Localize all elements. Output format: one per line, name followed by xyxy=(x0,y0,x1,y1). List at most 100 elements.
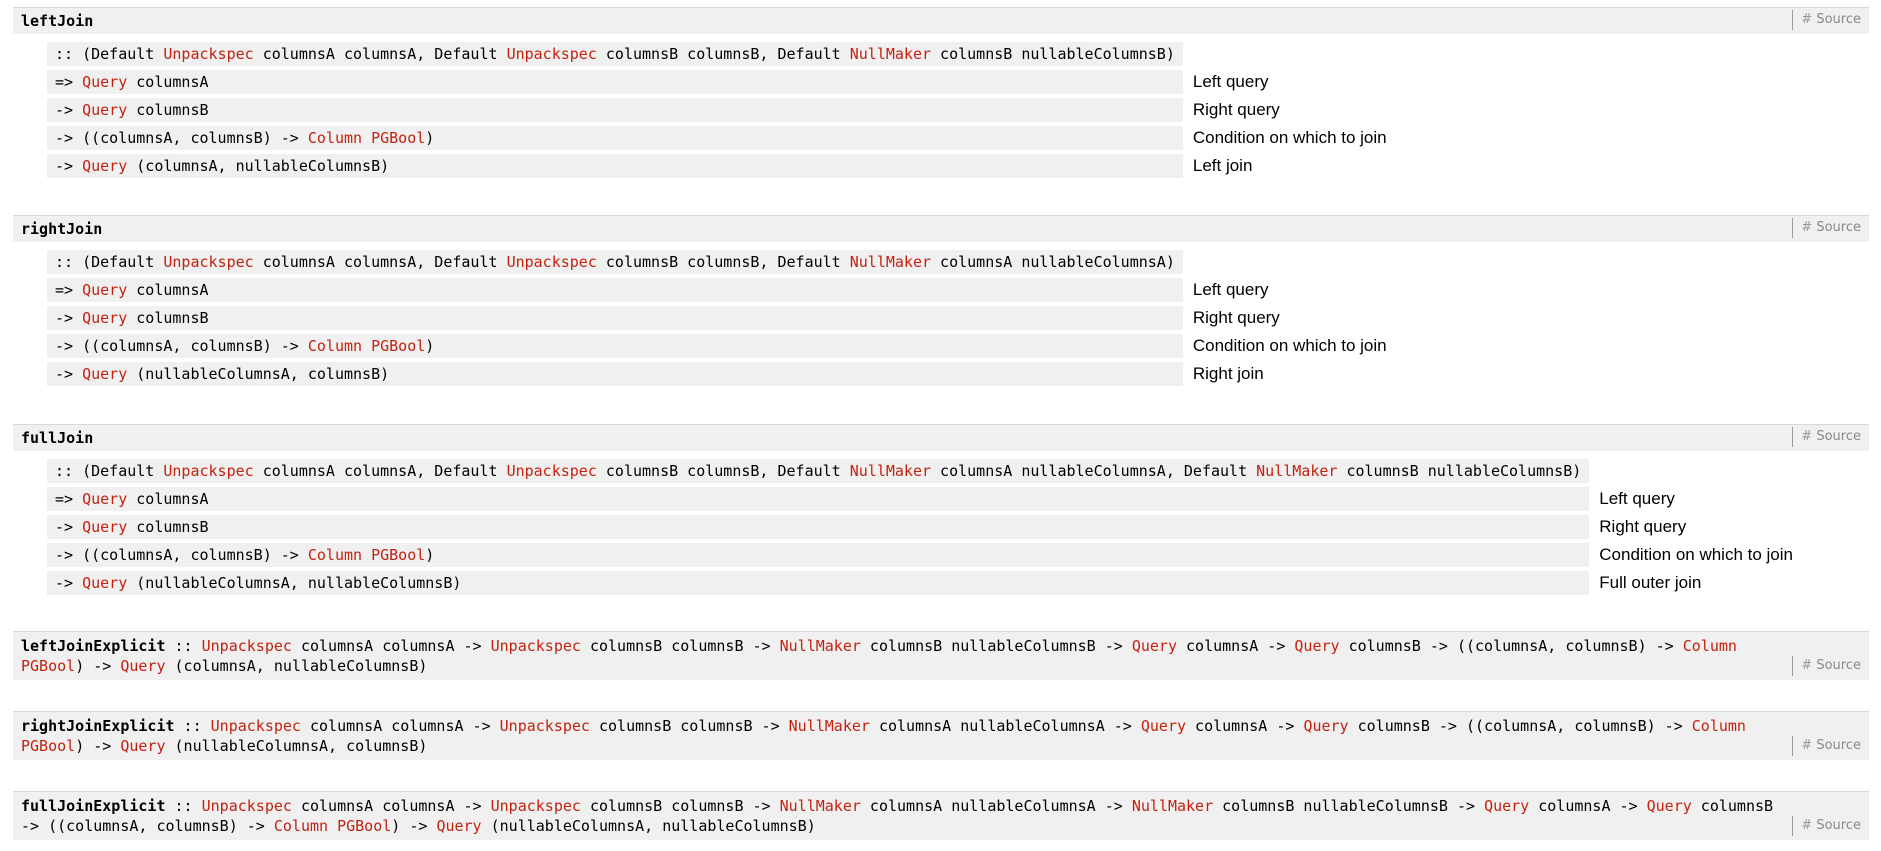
type-link[interactable]: Query xyxy=(82,101,127,119)
type-link[interactable]: Query xyxy=(82,309,127,327)
arg-doc: Condition on which to join xyxy=(1192,336,1387,355)
type-link[interactable]: Unpackspec xyxy=(491,637,581,655)
signature-leftjoinexplicit: leftJoinExplicit :: Unpackspec columnsA … xyxy=(21,637,1737,675)
source-link-fulljoinexplicit[interactable]: # Source xyxy=(1792,816,1869,836)
arg-doc: Right query xyxy=(1192,100,1280,119)
arg-doc: Right join xyxy=(1192,364,1264,383)
type-link[interactable]: NullMaker xyxy=(789,717,870,735)
type-link[interactable]: NullMaker xyxy=(850,253,931,271)
type-link[interactable]: Query xyxy=(82,73,127,91)
type-link[interactable]: Query xyxy=(436,817,481,835)
type-link[interactable]: NullMaker xyxy=(850,462,931,480)
type-link[interactable]: Column PGBool xyxy=(308,129,425,147)
function-name-leftjoinexplicit: leftJoinExplicit xyxy=(21,637,166,655)
type-link[interactable]: Unpackspec xyxy=(202,797,292,815)
type-link[interactable]: Unpackspec xyxy=(500,717,590,735)
arg-doc: Condition on which to join xyxy=(1192,128,1387,147)
arg-doc: Right query xyxy=(1599,517,1687,536)
arg-doc: Left join xyxy=(1192,156,1253,175)
arg-row: -> Query columnsB Right query xyxy=(47,306,1387,330)
decl-rightjoinexplicit: rightJoinExplicit :: Unpackspec columnsA… xyxy=(13,711,1869,760)
constraint-code: :: (Default Unpackspec columnsA columnsA… xyxy=(47,42,1183,66)
arg-row: -> ((columnsA, columnsB) -> Column PGBoo… xyxy=(47,334,1387,358)
arg-code: -> Query (columnsA, nullableColumnsB) xyxy=(47,154,1183,178)
type-link[interactable]: NullMaker xyxy=(1132,797,1213,815)
type-link[interactable]: Unpackspec xyxy=(507,45,597,63)
type-link[interactable]: NullMaker xyxy=(1256,462,1337,480)
arg-code: => Query columnsA xyxy=(47,70,1183,94)
type-link[interactable]: Column PGBool xyxy=(308,337,425,355)
arg-code: => Query columnsA xyxy=(47,278,1183,302)
type-link[interactable]: Query xyxy=(1484,797,1529,815)
type-link[interactable]: Query xyxy=(1141,717,1186,735)
type-link[interactable]: Query xyxy=(82,157,127,175)
arg-code: => Query columnsA xyxy=(47,487,1590,511)
type-link[interactable]: Query xyxy=(82,490,127,508)
arg-doc: Left query xyxy=(1599,489,1675,508)
decl-leftjoin: leftJoin # Source xyxy=(13,7,1869,34)
type-link[interactable]: Unpackspec xyxy=(211,717,301,735)
arg-row: => Query columnsA Left query xyxy=(47,70,1387,94)
signature-leftjoin: :: (Default Unpackspec columnsA columnsA… xyxy=(47,38,1387,182)
type-link[interactable]: Unpackspec xyxy=(507,253,597,271)
type-link[interactable]: Query xyxy=(1647,797,1692,815)
type-link[interactable]: Query xyxy=(82,281,127,299)
function-name-rightjoinexplicit: rightJoinExplicit xyxy=(21,717,175,735)
type-link[interactable]: Query xyxy=(1303,717,1348,735)
constraint-code: :: (Default Unpackspec columnsA columnsA… xyxy=(47,250,1183,274)
decl-leftjoinexplicit: leftJoinExplicit :: Unpackspec columnsA … xyxy=(13,631,1869,680)
type-link[interactable]: Query xyxy=(1294,637,1339,655)
constraint-row: :: (Default Unpackspec columnsA columnsA… xyxy=(47,42,1387,66)
signature-rightjoinexplicit: rightJoinExplicit :: Unpackspec columnsA… xyxy=(21,717,1746,755)
type-link[interactable]: Column PGBool xyxy=(308,546,425,564)
arg-code: -> Query (nullableColumnsA, columnsB) xyxy=(47,362,1183,386)
source-link-leftjoin[interactable]: # Source xyxy=(1792,10,1869,30)
type-link[interactable]: Query xyxy=(82,518,127,536)
arg-code: -> ((columnsA, columnsB) -> Column PGBoo… xyxy=(47,126,1183,150)
arg-row: -> Query (columnsA, nullableColumnsB) Le… xyxy=(47,154,1387,178)
arg-code: -> Query columnsB xyxy=(47,98,1183,122)
signature-rightjoin: :: (Default Unpackspec columnsA columnsA… xyxy=(47,246,1387,390)
type-link[interactable]: NullMaker xyxy=(780,797,861,815)
signature-fulljoinexplicit: fullJoinExplicit :: Unpackspec columnsA … xyxy=(21,797,1774,835)
source-link-rightjoinexplicit[interactable]: # Source xyxy=(1792,736,1869,756)
constraint-code: :: (Default Unpackspec columnsA columnsA… xyxy=(47,459,1590,483)
arg-doc: Left query xyxy=(1192,280,1269,299)
arg-doc: Full outer join xyxy=(1599,573,1702,592)
type-link[interactable]: NullMaker xyxy=(850,45,931,63)
type-link[interactable]: Query xyxy=(82,574,127,592)
arg-row: -> Query columnsB Right query xyxy=(47,98,1387,122)
arg-code: -> ((columnsA, columnsB) -> Column PGBoo… xyxy=(47,543,1590,567)
arg-row: -> ((columnsA, columnsB) -> Column PGBoo… xyxy=(47,126,1387,150)
arg-code: -> Query columnsB xyxy=(47,306,1183,330)
arg-row: -> Query (nullableColumnsA, nullableColu… xyxy=(47,571,1793,595)
source-link-fulljoin[interactable]: # Source xyxy=(1792,427,1869,447)
signature-fulljoin: :: (Default Unpackspec columnsA columnsA… xyxy=(47,455,1793,599)
type-link[interactable]: Unpackspec xyxy=(163,462,253,480)
type-link[interactable]: Unpackspec xyxy=(507,462,597,480)
arg-row: => Query columnsA Left query xyxy=(47,487,1793,511)
arg-doc: Left query xyxy=(1192,72,1269,91)
type-link[interactable]: Query xyxy=(120,737,165,755)
arg-code: -> Query (nullableColumnsA, nullableColu… xyxy=(47,571,1590,595)
type-link[interactable]: Unpackspec xyxy=(202,637,292,655)
type-link[interactable]: Unpackspec xyxy=(491,797,581,815)
arg-row: -> Query columnsB Right query xyxy=(47,515,1793,539)
source-link-leftjoinexplicit[interactable]: # Source xyxy=(1792,656,1869,676)
type-link[interactable]: Query xyxy=(120,657,165,675)
type-link[interactable]: Query xyxy=(82,365,127,383)
arg-code: -> ((columnsA, columnsB) -> Column PGBoo… xyxy=(47,334,1183,358)
decl-rightjoin: rightJoin # Source xyxy=(13,215,1869,242)
type-link[interactable]: NullMaker xyxy=(780,637,861,655)
function-name-leftjoin: leftJoin xyxy=(21,12,94,30)
source-link-rightjoin[interactable]: # Source xyxy=(1792,218,1869,238)
type-link[interactable]: Query xyxy=(1132,637,1177,655)
arg-row: => Query columnsA Left query xyxy=(47,278,1387,302)
type-link[interactable]: Unpackspec xyxy=(163,253,253,271)
decl-fulljoin: fullJoin # Source xyxy=(13,424,1869,451)
type-link[interactable]: Unpackspec xyxy=(163,45,253,63)
function-name-fulljoinexplicit: fullJoinExplicit xyxy=(21,797,166,815)
arg-row: -> ((columnsA, columnsB) -> Column PGBoo… xyxy=(47,543,1793,567)
arg-code: -> Query columnsB xyxy=(47,515,1590,539)
type-link[interactable]: Column PGBool xyxy=(274,817,391,835)
